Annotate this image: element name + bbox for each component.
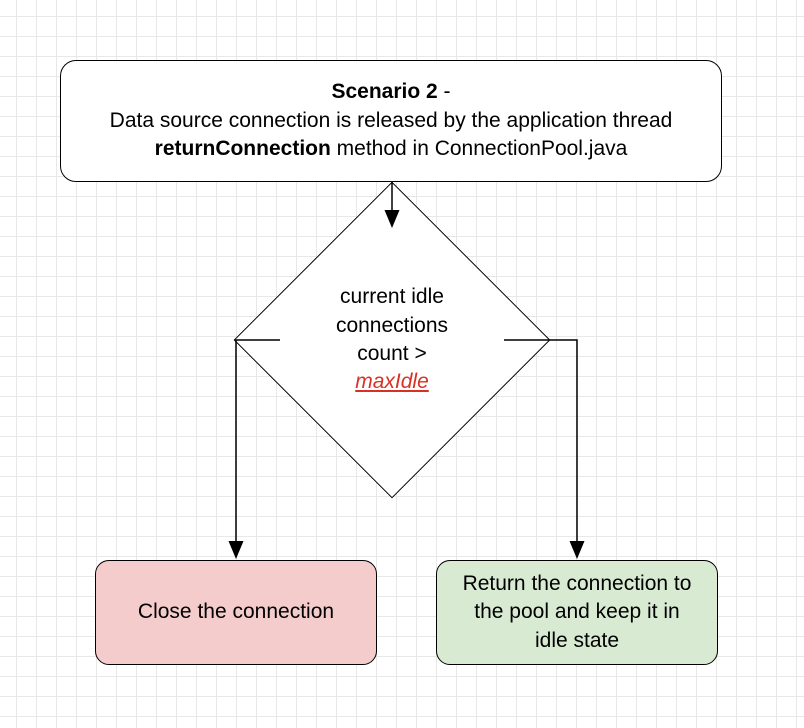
scenario-line2-suffix: method in ConnectionPool.java <box>331 137 628 160</box>
scenario-line1: Data source connection is released by th… <box>110 109 673 132</box>
decision-line1: current idle <box>340 285 444 308</box>
flowchart-start-node: Scenario 2 - Data source connection is r… <box>60 60 722 182</box>
flowchart-diagram: Scenario 2 - Data source connection is r… <box>0 0 804 728</box>
scenario-dash: - <box>438 80 451 103</box>
scenario-title: Scenario 2 <box>331 80 437 103</box>
outcome-close-node: Close the connection <box>95 560 377 665</box>
decision-line2: connections count > <box>336 314 448 365</box>
decision-emphasis: maxIdle <box>355 370 429 393</box>
method-name: returnConnection <box>155 137 331 160</box>
outcome-return-label: Return the connection to the pool and ke… <box>457 570 697 655</box>
outcome-close-label: Close the connection <box>138 598 334 626</box>
decision-node: current idle connections count > maxIdle <box>280 228 504 452</box>
outcome-return-node: Return the connection to the pool and ke… <box>436 560 718 665</box>
